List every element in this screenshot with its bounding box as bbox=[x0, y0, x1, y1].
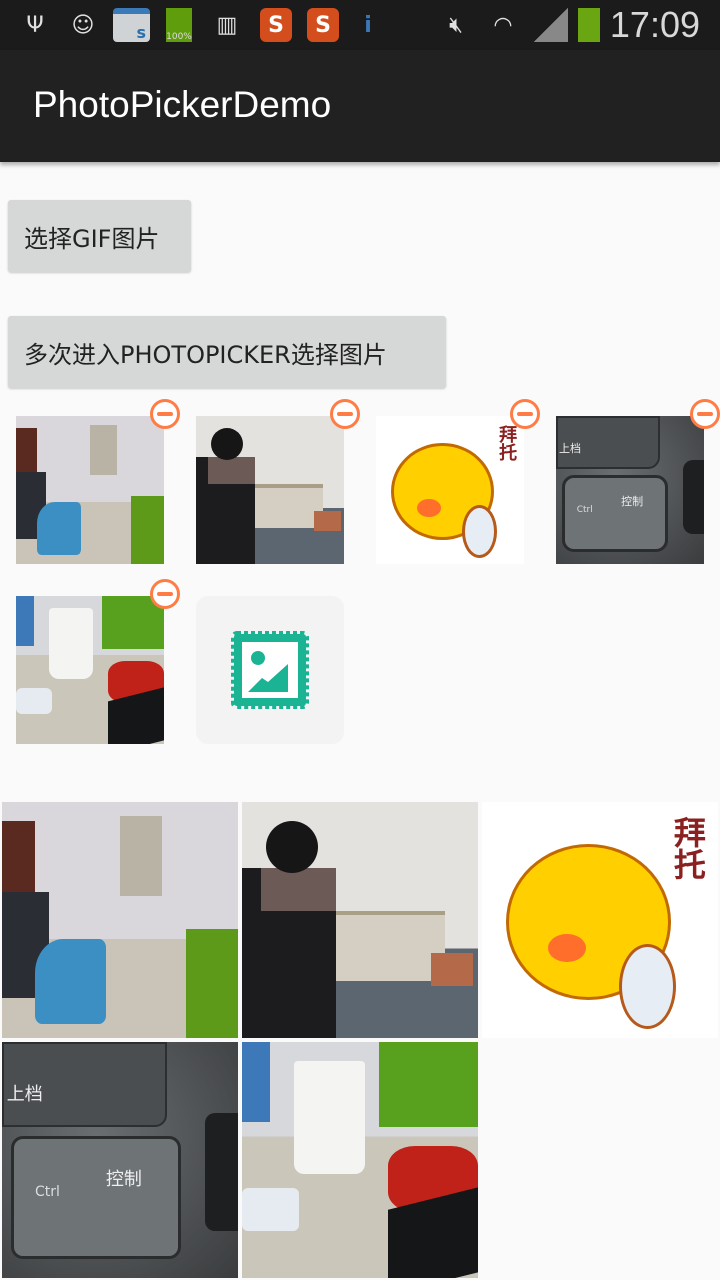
selected-photo-thumbnail[interactable] bbox=[196, 416, 344, 564]
photo-detail bbox=[265, 820, 318, 873]
selected-photo-thumbnail[interactable]: 拜托 bbox=[376, 416, 524, 564]
usb-icon: Ψ bbox=[26, 12, 44, 38]
photo-detail bbox=[48, 607, 93, 679]
photo-detail bbox=[618, 943, 676, 1029]
photo-detail bbox=[204, 1112, 238, 1231]
selected-photo-thumbnail[interactable] bbox=[16, 416, 164, 564]
incognito-icon: ☺ bbox=[71, 12, 95, 38]
photo-detail bbox=[242, 1188, 299, 1231]
photo-grid-item[interactable] bbox=[242, 802, 478, 1038]
sogou-icon: S bbox=[307, 8, 339, 42]
remove-photo-button[interactable] bbox=[690, 399, 720, 429]
photo-grid-item[interactable] bbox=[2, 802, 238, 1038]
photo-detail bbox=[186, 929, 238, 1038]
photo-detail bbox=[131, 495, 164, 564]
sogou-icon: S bbox=[260, 8, 292, 42]
photo-detail bbox=[260, 868, 337, 911]
photo-detail bbox=[255, 484, 324, 529]
clock: 17:09 bbox=[609, 4, 700, 45]
photo-detail bbox=[683, 460, 704, 535]
photo-detail bbox=[314, 510, 342, 532]
photo-detail bbox=[242, 1042, 271, 1123]
remove-photo-button[interactable] bbox=[150, 579, 180, 609]
photo-grid-item[interactable] bbox=[242, 1042, 478, 1278]
photo-detail bbox=[90, 424, 117, 476]
photo-detail bbox=[35, 938, 106, 1024]
photo-detail bbox=[430, 953, 474, 987]
info-icon: i bbox=[364, 12, 372, 38]
photo-detail bbox=[378, 1042, 478, 1127]
remove-photo-button[interactable] bbox=[330, 399, 360, 429]
wifi-icon: ◠ bbox=[493, 12, 513, 38]
remove-photo-button[interactable] bbox=[510, 399, 540, 429]
photo-detail bbox=[207, 457, 256, 485]
photo-grid-item[interactable]: 拜托 bbox=[482, 802, 718, 1038]
sim-missing-icon: ▥ bbox=[216, 12, 238, 38]
status-bar: Ψ ☺ s 100% ▥ S S i 🔇︎ ◠ 17:09 bbox=[0, 0, 720, 50]
photo-detail bbox=[120, 816, 163, 897]
store-icon: s bbox=[113, 8, 150, 42]
pick-gif-button[interactable]: 选择GIF图片 bbox=[8, 200, 191, 272]
photo-detail bbox=[210, 427, 244, 461]
photo-grid-item[interactable]: 上档 Ctrl 控制 bbox=[2, 1042, 238, 1278]
app-title: PhotoPickerDemo bbox=[33, 84, 332, 125]
photo-detail bbox=[16, 596, 34, 647]
app-bar: PhotoPickerDemo bbox=[0, 50, 720, 162]
photo-detail bbox=[461, 504, 498, 559]
remove-photo-button[interactable] bbox=[150, 399, 180, 429]
add-photo-button[interactable] bbox=[196, 596, 344, 744]
photo-detail bbox=[417, 498, 442, 517]
battery-full-icon: 100% bbox=[166, 8, 192, 42]
photo-detail bbox=[16, 687, 52, 715]
photo-detail bbox=[293, 1060, 365, 1175]
selected-photo-thumbnail[interactable]: 上档 Ctrl 控制 bbox=[556, 416, 704, 564]
multi-pick-button[interactable]: 多次进入PHOTOPICKER选择图片 bbox=[8, 316, 446, 388]
add-image-icon bbox=[231, 631, 309, 709]
mute-icon: 🔇︎ bbox=[449, 12, 463, 38]
photo-detail bbox=[336, 910, 445, 982]
battery-icon bbox=[578, 8, 600, 42]
signal-icon bbox=[534, 8, 568, 42]
selected-photo-thumbnail[interactable] bbox=[16, 596, 164, 744]
photo-detail bbox=[36, 501, 82, 556]
